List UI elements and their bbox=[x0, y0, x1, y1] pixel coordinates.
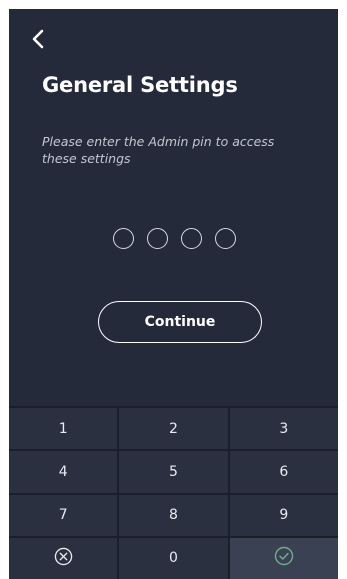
key-7[interactable]: 7 bbox=[9, 494, 118, 536]
circle-check-icon bbox=[274, 546, 294, 570]
key-5[interactable]: 5 bbox=[119, 451, 228, 493]
key-8[interactable]: 8 bbox=[119, 494, 228, 536]
key-4[interactable]: 4 bbox=[9, 451, 118, 493]
page-title: General Settings bbox=[42, 73, 238, 97]
chevron-left-icon bbox=[32, 29, 44, 53]
pin-indicator bbox=[113, 228, 236, 249]
back-button[interactable] bbox=[27, 28, 49, 54]
key-3[interactable]: 3 bbox=[229, 408, 338, 450]
key-1[interactable]: 1 bbox=[9, 408, 118, 450]
pin-dot bbox=[147, 228, 168, 249]
key-2[interactable]: 2 bbox=[119, 408, 228, 450]
numeric-keypad: 1 2 3 4 5 6 7 8 9 0 bbox=[9, 406, 338, 579]
confirm-key[interactable] bbox=[229, 537, 338, 579]
pin-dot bbox=[113, 228, 134, 249]
clear-key[interactable] bbox=[9, 537, 118, 579]
pin-dot bbox=[181, 228, 202, 249]
pin-dot bbox=[215, 228, 236, 249]
description-text: Please enter the Admin pin to access the… bbox=[42, 134, 275, 166]
key-0[interactable]: 0 bbox=[119, 537, 228, 579]
key-9[interactable]: 9 bbox=[229, 494, 338, 536]
key-6[interactable]: 6 bbox=[229, 451, 338, 493]
circle-x-icon bbox=[54, 547, 73, 570]
continue-button[interactable]: Continue bbox=[98, 301, 262, 343]
settings-screen: General Settings Please enter the Admin … bbox=[9, 9, 338, 579]
